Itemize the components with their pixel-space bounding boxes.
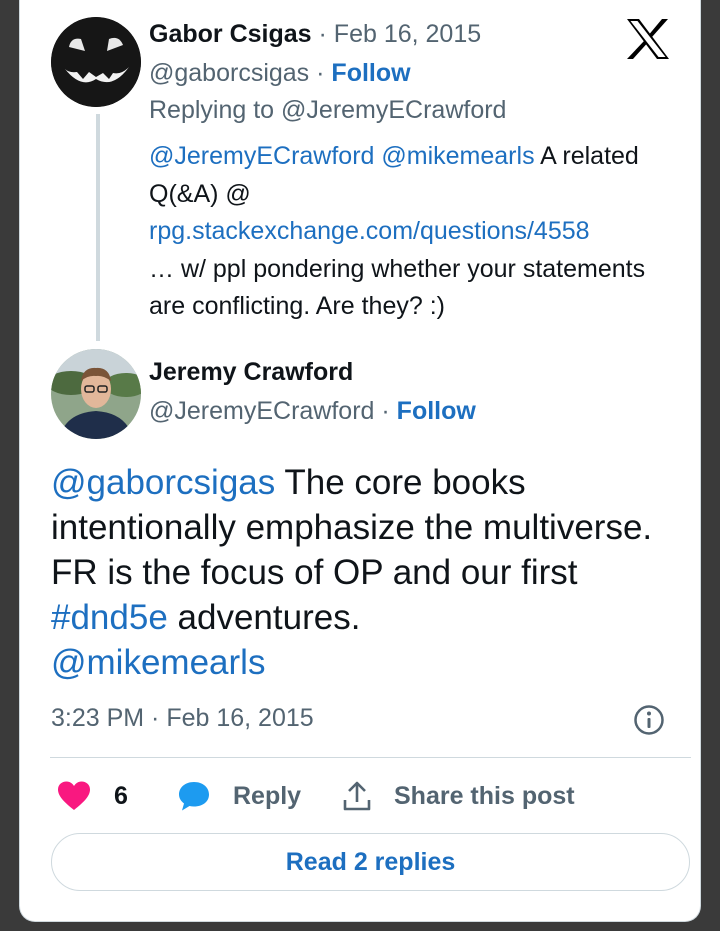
reply-mention-2[interactable]: @mikemearls <box>381 142 534 170</box>
main-hashtag[interactable]: #dnd5e <box>51 598 168 637</box>
tweet-card: Gabor Csigas · Feb 16, 2015 @gaborcsigas… <box>19 0 701 922</box>
main-mention-2[interactable]: @mikemearls <box>51 643 265 682</box>
info-icon[interactable] <box>633 704 665 736</box>
reply-text-2: … w/ ppl pondering whether your statemen… <box>149 254 646 321</box>
main-handle-row: @JeremyECrawford · Follow <box>149 397 476 426</box>
avatar-gabor[interactable] <box>51 17 141 107</box>
follow-jeremy-button[interactable]: Follow <box>397 397 476 425</box>
x-logo-icon[interactable] <box>625 18 671 60</box>
reply-button[interactable]: Reply <box>177 779 301 813</box>
share-button[interactable]: Share this post <box>342 779 575 813</box>
reply-tweet-text: @JeremyECrawford @mikemearls A related Q… <box>149 138 669 326</box>
reply-url-link[interactable]: rpg.stackexchange.com/questions/4558 <box>149 217 590 245</box>
like-count: 6 <box>114 781 128 810</box>
main-text-2: adventures. <box>167 598 361 637</box>
main-handle-separator: · <box>381 397 390 425</box>
reply-handle-row: @gaborcsigas · Follow <box>149 59 411 88</box>
replying-to: Replying to @JeremyECrawford <box>149 96 506 125</box>
heart-icon <box>58 781 90 810</box>
replying-to-handle[interactable]: @JeremyECrawford <box>281 96 506 124</box>
speech-bubble-icon <box>179 782 209 811</box>
main-handle[interactable]: @JeremyECrawford <box>149 397 374 425</box>
reply-header: Gabor Csigas · Feb 16, 2015 <box>149 20 481 49</box>
main-tweet-text: @gaborcsigas The core books intentionall… <box>51 460 691 685</box>
main-mention-1[interactable]: @gaborcsigas <box>51 463 275 502</box>
reply-separator: · <box>318 20 327 48</box>
actions-divider <box>50 757 691 758</box>
like-button[interactable]: 6 <box>56 779 128 813</box>
thread-line <box>96 114 100 341</box>
reply-mention-1[interactable]: @JeremyECrawford <box>149 142 374 170</box>
reply-label: Reply <box>233 781 302 810</box>
share-label: Share this post <box>394 781 575 810</box>
follow-gabor-button[interactable]: Follow <box>331 59 410 87</box>
tweet-timestamp[interactable]: 3:23 PM · Feb 16, 2015 <box>51 704 314 733</box>
share-icon <box>343 781 371 811</box>
reply-date[interactable]: Feb 16, 2015 <box>334 20 481 48</box>
reply-author-name[interactable]: Gabor Csigas <box>149 20 312 48</box>
reply-handle[interactable]: @gaborcsigas <box>149 59 309 87</box>
read-replies-label: Read 2 replies <box>285 847 456 876</box>
avatar-jeremy[interactable] <box>51 349 141 439</box>
replying-to-label: Replying to <box>149 96 275 124</box>
main-author-name[interactable]: Jeremy Crawford <box>149 358 353 387</box>
reply-handle-separator: · <box>316 59 325 87</box>
read-replies-button[interactable]: Read 2 replies <box>51 833 690 891</box>
